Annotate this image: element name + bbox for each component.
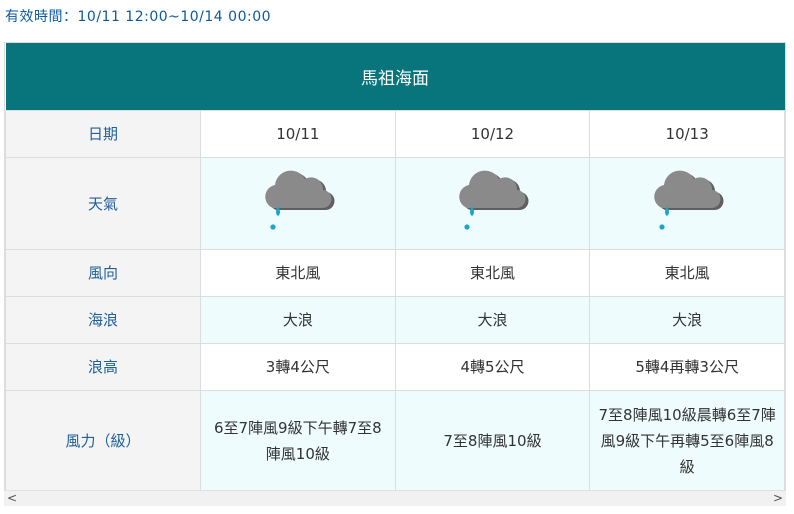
- date-cell: 10/13: [589, 110, 785, 158]
- validity-period: 有效時間：10/11 12:00~10/14 00:00: [5, 9, 272, 25]
- wind-direction-cell: 東北風: [589, 249, 785, 297]
- row-label-date: 日期: [5, 110, 201, 158]
- marine-forecast-table: 馬祖海面 日期 10/11 10/12 10/13 天氣 風向 東北風 東北風 …: [5, 43, 785, 492]
- weather-cell: [200, 157, 396, 250]
- row-label-weather: 天氣: [5, 157, 201, 250]
- date-cell: 10/11: [200, 110, 396, 158]
- wave-height-cell: 3轉4公尺: [200, 343, 396, 391]
- wind-force-cell: 6至7陣風9級下午轉7至8陣風10級: [200, 390, 396, 492]
- horizontal-scrollbar[interactable]: < >: [4, 490, 786, 506]
- forecast-table-container: 馬祖海面 日期 10/11 10/12 10/13 天氣 風向 東北風 東北風 …: [4, 42, 786, 493]
- wind-direction-cell: 東北風: [394, 249, 591, 297]
- wave-cell: 大浪: [394, 296, 591, 344]
- row-label-wave-height: 浪高: [5, 343, 201, 391]
- weather-cell: [589, 157, 785, 250]
- rain-cloud-icon: [654, 170, 724, 230]
- table-title: 馬祖海面: [5, 43, 785, 111]
- wind-direction-cell: 東北風: [200, 249, 396, 297]
- wave-cell: 大浪: [200, 296, 396, 344]
- wind-force-cell: 7至8陣風10級: [394, 390, 591, 492]
- scroll-left-icon[interactable]: <: [4, 491, 20, 506]
- row-label-wind-direction: 風向: [5, 249, 201, 297]
- row-label-wind-force: 風力（級）: [5, 390, 201, 492]
- weather-cell: [394, 157, 591, 250]
- rain-cloud-icon: [265, 170, 335, 230]
- rain-cloud-icon: [459, 170, 529, 230]
- wave-cell: 大浪: [589, 296, 785, 344]
- wind-force-cell: 7至8陣風10級晨轉6至7陣風9級下午再轉5至6陣風8級: [589, 390, 785, 492]
- wave-height-cell: 4轉5公尺: [394, 343, 591, 391]
- scroll-right-icon[interactable]: >: [770, 491, 786, 506]
- row-label-wave: 海浪: [5, 296, 201, 344]
- wave-height-cell: 5轉4再轉3公尺: [589, 343, 785, 391]
- date-cell: 10/12: [394, 110, 591, 158]
